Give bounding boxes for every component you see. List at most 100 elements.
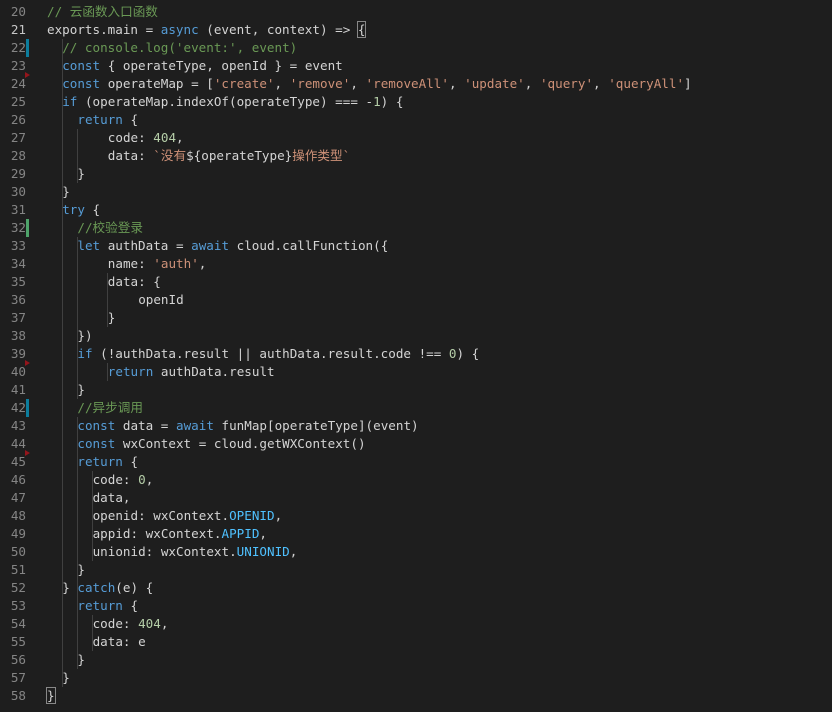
code-line[interactable]: 52 } catch(e) {	[0, 579, 832, 597]
code-line[interactable]: 24 const operateMap = ['create', 'remove'…	[0, 75, 832, 93]
code-token: try	[62, 202, 85, 217]
modified-line-marker[interactable]	[26, 219, 29, 237]
code-line[interactable]: 47 data,	[0, 489, 832, 507]
modified-line-marker[interactable]	[26, 39, 29, 57]
code-token: exports.main =	[47, 22, 161, 37]
code-token: ,	[176, 130, 184, 145]
code-line[interactable]: 36 openId	[0, 291, 832, 309]
code-line[interactable]: 50 unionid: wxContext.UNIONID,	[0, 543, 832, 561]
code-line[interactable]: 48 openid: wxContext.OPENID,	[0, 507, 832, 525]
line-code: code: 404,	[93, 615, 169, 633]
code-line[interactable]: 33 let authData = await cloud.callFunctio…	[0, 237, 832, 255]
code-token: { operateType, openId } = event	[100, 58, 343, 73]
line-code: }	[46, 687, 56, 705]
line-code: const wxContext = cloud.getWXContext()	[77, 435, 365, 453]
code-line[interactable]: 57}	[0, 669, 832, 687]
code-line[interactable]: 46 code: 0,	[0, 471, 832, 489]
line-code: data: {	[108, 273, 161, 291]
code-line[interactable]: 37}	[0, 309, 832, 327]
code-token: 1	[373, 94, 381, 109]
line-code: } catch(e) {	[62, 579, 153, 597]
line-code: openId	[138, 291, 184, 309]
line-number: 45	[10, 454, 26, 469]
code-token: async	[160, 22, 199, 37]
code-line[interactable]: 43 const data = await funMap[operateType]…	[0, 417, 832, 435]
code-token: const	[62, 76, 101, 91]
code-line[interactable]: 32 //校验登录	[0, 219, 832, 237]
code-token: data: e	[92, 634, 146, 649]
code-token: (e) {	[115, 580, 154, 595]
line-number: 27	[10, 130, 26, 145]
code-line[interactable]: 27 code: 404,	[0, 129, 832, 147]
code-line[interactable]: 38})	[0, 327, 832, 345]
code-token: UNIONID	[236, 544, 290, 559]
code-token: 0	[138, 472, 146, 487]
code-token: const	[62, 58, 101, 73]
line-code: data,	[93, 489, 131, 507]
line-number: 47	[10, 490, 26, 505]
line-code: appid: wxContext.APPID,	[93, 525, 267, 543]
code-token: }	[62, 670, 70, 685]
code-line[interactable]: 45 return {	[0, 453, 832, 471]
code-line[interactable]: 40 return authData.result	[0, 363, 832, 381]
line-number: 50	[10, 544, 26, 559]
code-token: //异步调用	[77, 400, 143, 415]
code-token: ,	[593, 76, 609, 91]
line-number: 36	[10, 292, 26, 307]
code-line[interactable]: 58}	[0, 687, 832, 705]
code-token: (operateMap.indexOf(operateType) === -	[77, 94, 374, 109]
code-token: data,	[92, 490, 131, 505]
code-token: 'update'	[464, 76, 525, 91]
code-token: //校验登录	[77, 220, 143, 235]
code-line[interactable]: 25 if (operateMap.indexOf(operateType) ==…	[0, 93, 832, 111]
code-token: {	[122, 598, 139, 613]
code-token: return	[77, 454, 123, 469]
code-line[interactable]: 53 return {	[0, 597, 832, 615]
line-number: 21	[10, 22, 26, 37]
code-token: authData =	[100, 238, 192, 253]
code-line[interactable]: 39 if (!authData.result || authData.resul…	[0, 345, 832, 366]
code-token: }	[77, 166, 85, 181]
line-number: 42	[10, 400, 26, 415]
line-number: 32	[10, 220, 26, 235]
code-line[interactable]: 23 const { operateType, openId } = event	[0, 57, 832, 78]
code-token: ,	[160, 616, 169, 631]
code-token: unionid: wxContext.	[92, 544, 237, 559]
modified-line-marker[interactable]	[26, 399, 29, 417]
code-token: return	[107, 364, 154, 379]
line-number: 44	[10, 436, 26, 451]
code-token: operateMap = [	[100, 76, 214, 91]
code-line[interactable]: 41}	[0, 381, 832, 399]
code-line[interactable]: 20 // 云函数入口函数	[0, 3, 832, 21]
code-token: return	[77, 112, 123, 127]
code-token: }	[46, 687, 56, 704]
line-number: 35	[10, 274, 26, 289]
code-line[interactable]: 22 // console.log('event:', event)	[0, 39, 832, 57]
code-line[interactable]: 35 data: {	[0, 273, 832, 291]
code-line[interactable]: 56}	[0, 651, 832, 669]
code-line[interactable]: 54 code: 404,	[0, 615, 832, 633]
code-line[interactable]: 44 const wxContext = cloud.getWXContext()	[0, 435, 832, 456]
line-number: 29	[10, 166, 26, 181]
code-line[interactable]: 30}	[0, 183, 832, 201]
code-token: authData.result	[153, 364, 275, 379]
line-code: unionid: wxContext.UNIONID,	[93, 543, 298, 561]
code-line[interactable]: 51}	[0, 561, 832, 579]
line-number: 52	[10, 580, 26, 595]
line-code: }	[62, 183, 70, 201]
code-token: }	[77, 382, 85, 397]
code-line[interactable]: 42 //异步调用	[0, 399, 832, 417]
code-line[interactable]: 21 exports.main = async (event, context) …	[0, 21, 832, 39]
code-line[interactable]: 55 data: e	[0, 633, 832, 651]
line-code: return {	[77, 111, 138, 129]
code-editor[interactable]: 20 // 云函数入口函数 21 exports.main = async (even…	[0, 0, 832, 712]
code-line[interactable]: 34 name: 'auth',	[0, 255, 832, 273]
code-line[interactable]: 49 appid: wxContext.APPID,	[0, 525, 832, 543]
code-line[interactable]: 26 return {	[0, 111, 832, 129]
code-token: ,	[259, 526, 268, 541]
code-line[interactable]: 28 data: `没有${operateType}操作类型`	[0, 147, 832, 165]
code-line[interactable]: 29}	[0, 165, 832, 183]
code-line[interactable]: 31 try {	[0, 201, 832, 219]
code-token: code:	[107, 130, 154, 145]
code-token: catch	[77, 580, 116, 595]
